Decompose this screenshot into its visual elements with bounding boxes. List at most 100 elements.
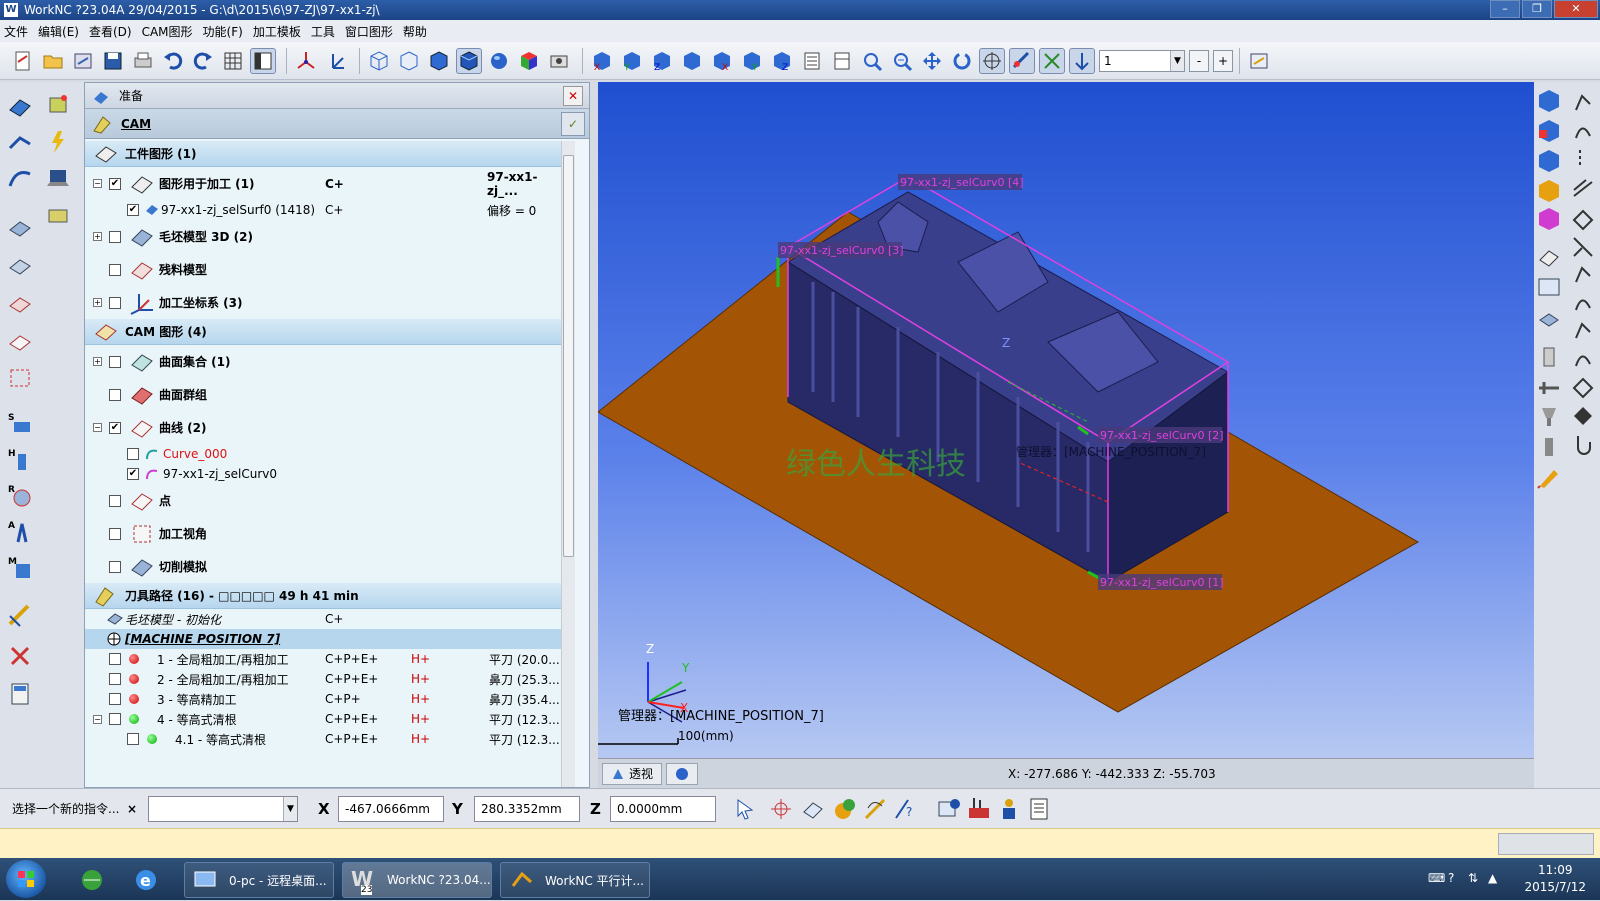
surface-group-checkbox[interactable] — [109, 388, 121, 401]
perspective-tab[interactable]: 透视 — [602, 762, 663, 785]
camera-button[interactable] — [546, 48, 572, 74]
right-path-3-button[interactable] — [1570, 146, 1596, 172]
machining-button[interactable] — [6, 128, 34, 156]
color-cube-button[interactable] — [516, 48, 542, 74]
help-tray-icon[interactable]: ? — [1448, 871, 1454, 885]
right-hook-button[interactable] — [1570, 432, 1596, 458]
right-path-2-button[interactable] — [1570, 118, 1596, 144]
zoom-fit-button[interactable] — [859, 48, 885, 74]
right-path-4-button[interactable] — [1570, 176, 1596, 202]
tree-row-geometry-for-machining[interactable]: − ✔ 图形用于加工 (1) C+ 97-xx1-zj_... — [85, 167, 561, 200]
cut-tool-button[interactable] — [6, 290, 34, 318]
expand-icon[interactable]: + — [93, 232, 102, 241]
toolpath-checkbox[interactable] — [109, 653, 121, 665]
stock-tool-button[interactable] — [44, 202, 72, 230]
layer-plus-button[interactable]: + — [1213, 49, 1233, 72]
view-z-minus-button[interactable]: Z — [649, 48, 675, 74]
command-cancel-button[interactable]: × — [127, 802, 137, 816]
curve-tool-button[interactable] — [6, 164, 34, 192]
collapse-icon[interactable]: − — [93, 714, 102, 724]
selsurf-checkbox[interactable]: ✔ — [127, 204, 139, 216]
tree-row-surface-set[interactable]: + 曲面集合 (1) — [85, 345, 561, 378]
toolpath-checkbox[interactable] — [109, 693, 121, 705]
right-shape-button[interactable] — [1570, 402, 1596, 428]
points-checkbox[interactable] — [109, 494, 121, 507]
x-coord-input[interactable]: -467.0666mm — [338, 795, 444, 822]
right-blue-cube-button[interactable] — [1536, 148, 1562, 174]
network-app-button[interactable] — [78, 866, 106, 894]
tray-clock[interactable]: 11:09 2015/7/12 — [1524, 862, 1586, 896]
toolpath-row[interactable]: 2 - 全局粗加工/再粗加工 C+P+E+ H+ 鼻刀 (25.3... — [85, 669, 561, 689]
tree-scrollbar[interactable] — [561, 141, 575, 787]
cam-graphics-section[interactable]: CAM 图形 (4) — [85, 319, 561, 345]
right-path-7-button[interactable] — [1570, 262, 1596, 288]
view-z-plus-button[interactable]: Z — [769, 48, 795, 74]
rotate-button[interactable] — [949, 48, 975, 74]
settings-button[interactable] — [1246, 48, 1272, 74]
toolpath-row[interactable]: 4.1 - 等高式清根 C+P+E+ H+ 平刀 (12.3... — [85, 729, 561, 749]
save-button[interactable] — [100, 48, 126, 74]
right-image-button[interactable] — [1536, 274, 1562, 300]
geometry-checkbox[interactable]: ✔ — [109, 177, 121, 190]
info-button[interactable] — [936, 796, 962, 822]
pan-button[interactable] — [919, 48, 945, 74]
view-y-minus-button[interactable]: Y — [619, 48, 645, 74]
stock-checkbox[interactable] — [109, 230, 121, 243]
view-iso-button[interactable] — [679, 48, 705, 74]
grid-button[interactable] — [220, 48, 246, 74]
toolpath-view-button[interactable] — [1069, 47, 1095, 74]
menu-file[interactable]: 文件 — [4, 23, 28, 40]
hidden-line-view-button[interactable] — [396, 48, 422, 74]
selcurv0-checkbox[interactable]: ✔ — [127, 468, 139, 480]
cut-sim-checkbox[interactable] — [109, 560, 121, 573]
shading-tab[interactable] — [666, 762, 699, 785]
toolpath-row[interactable]: − 4 - 等高式清根 C+P+E+ H+ 平刀 (12.3... — [85, 709, 561, 729]
selection-box-button[interactable] — [6, 364, 34, 392]
import-button[interactable] — [70, 48, 96, 74]
prepare-button[interactable] — [6, 92, 34, 120]
right-pencil-button[interactable] — [1536, 464, 1562, 490]
tree-row-cut-simulation[interactable]: 切削模拟 — [85, 550, 561, 583]
collapse-icon[interactable]: − — [93, 179, 102, 188]
tree-row-selcurv0[interactable]: ✔ 97-xx1-zj_selCurv0 — [85, 464, 561, 484]
right-layers-button[interactable] — [1536, 308, 1562, 334]
section-button[interactable] — [829, 48, 855, 74]
toolpath-row[interactable]: 1 - 全局粗加工/再粗加工 C+P+E+ H+ 平刀 (20.0... — [85, 649, 561, 669]
collapse-icon[interactable]: − — [93, 423, 102, 432]
csys-checkbox[interactable] — [109, 296, 121, 309]
right-eraser-button[interactable] — [1536, 244, 1562, 270]
surface-set-checkbox[interactable] — [109, 355, 121, 368]
solid-view-button[interactable] — [456, 47, 482, 74]
path-delete-button[interactable] — [6, 642, 34, 670]
tree-row-rest-model[interactable]: 残料模型 — [85, 253, 561, 286]
panel-toggle-button[interactable] — [250, 47, 276, 74]
r-tool-button[interactable]: R — [6, 482, 34, 510]
expand-icon[interactable]: + — [93, 298, 102, 307]
rest-model-checkbox[interactable] — [109, 263, 121, 276]
menu-help[interactable]: 帮助 — [403, 23, 427, 40]
layers-button[interactable] — [799, 48, 825, 74]
expand-icon[interactable]: + — [93, 357, 102, 366]
right-multicolor-button[interactable] — [1536, 178, 1562, 204]
tree-row-stock-3d[interactable]: + 毛坯模型 3D (2) — [85, 220, 561, 253]
menu-window-graphics[interactable]: 窗口图形 — [345, 23, 393, 40]
toolpaths-section[interactable]: 刀具路径 (16) - □□□□□ 49 h 41 min — [85, 583, 561, 609]
undo-button[interactable] — [160, 48, 186, 74]
start-button[interactable] — [6, 860, 46, 898]
pick-surface-button[interactable] — [800, 796, 826, 822]
3d-viewport[interactable]: Z 97-xx1-zj_selCurv0 [4] 97-xx1-zj_selCu… — [598, 82, 1534, 758]
pick-color-button[interactable] — [832, 796, 858, 822]
menu-cam-graphics[interactable]: CAM图形 — [142, 23, 193, 40]
zoom-button[interactable] — [889, 48, 915, 74]
calculator-button[interactable] — [6, 680, 34, 708]
tree-row-surface-group[interactable]: 曲面群组 — [85, 378, 561, 411]
toolpath-checkbox[interactable] — [109, 713, 121, 725]
right-path-8-button[interactable] — [1570, 290, 1596, 316]
toolpath-checkbox[interactable] — [127, 733, 139, 745]
analyze-button[interactable] — [1039, 47, 1065, 74]
right-path-9-button[interactable] — [1570, 318, 1596, 344]
close-window-button[interactable]: ✕ — [1554, 0, 1598, 18]
panel-close-button[interactable]: ✕ — [563, 86, 583, 106]
coordinate-button[interactable] — [323, 48, 349, 74]
right-clamp-button[interactable] — [1536, 374, 1562, 400]
